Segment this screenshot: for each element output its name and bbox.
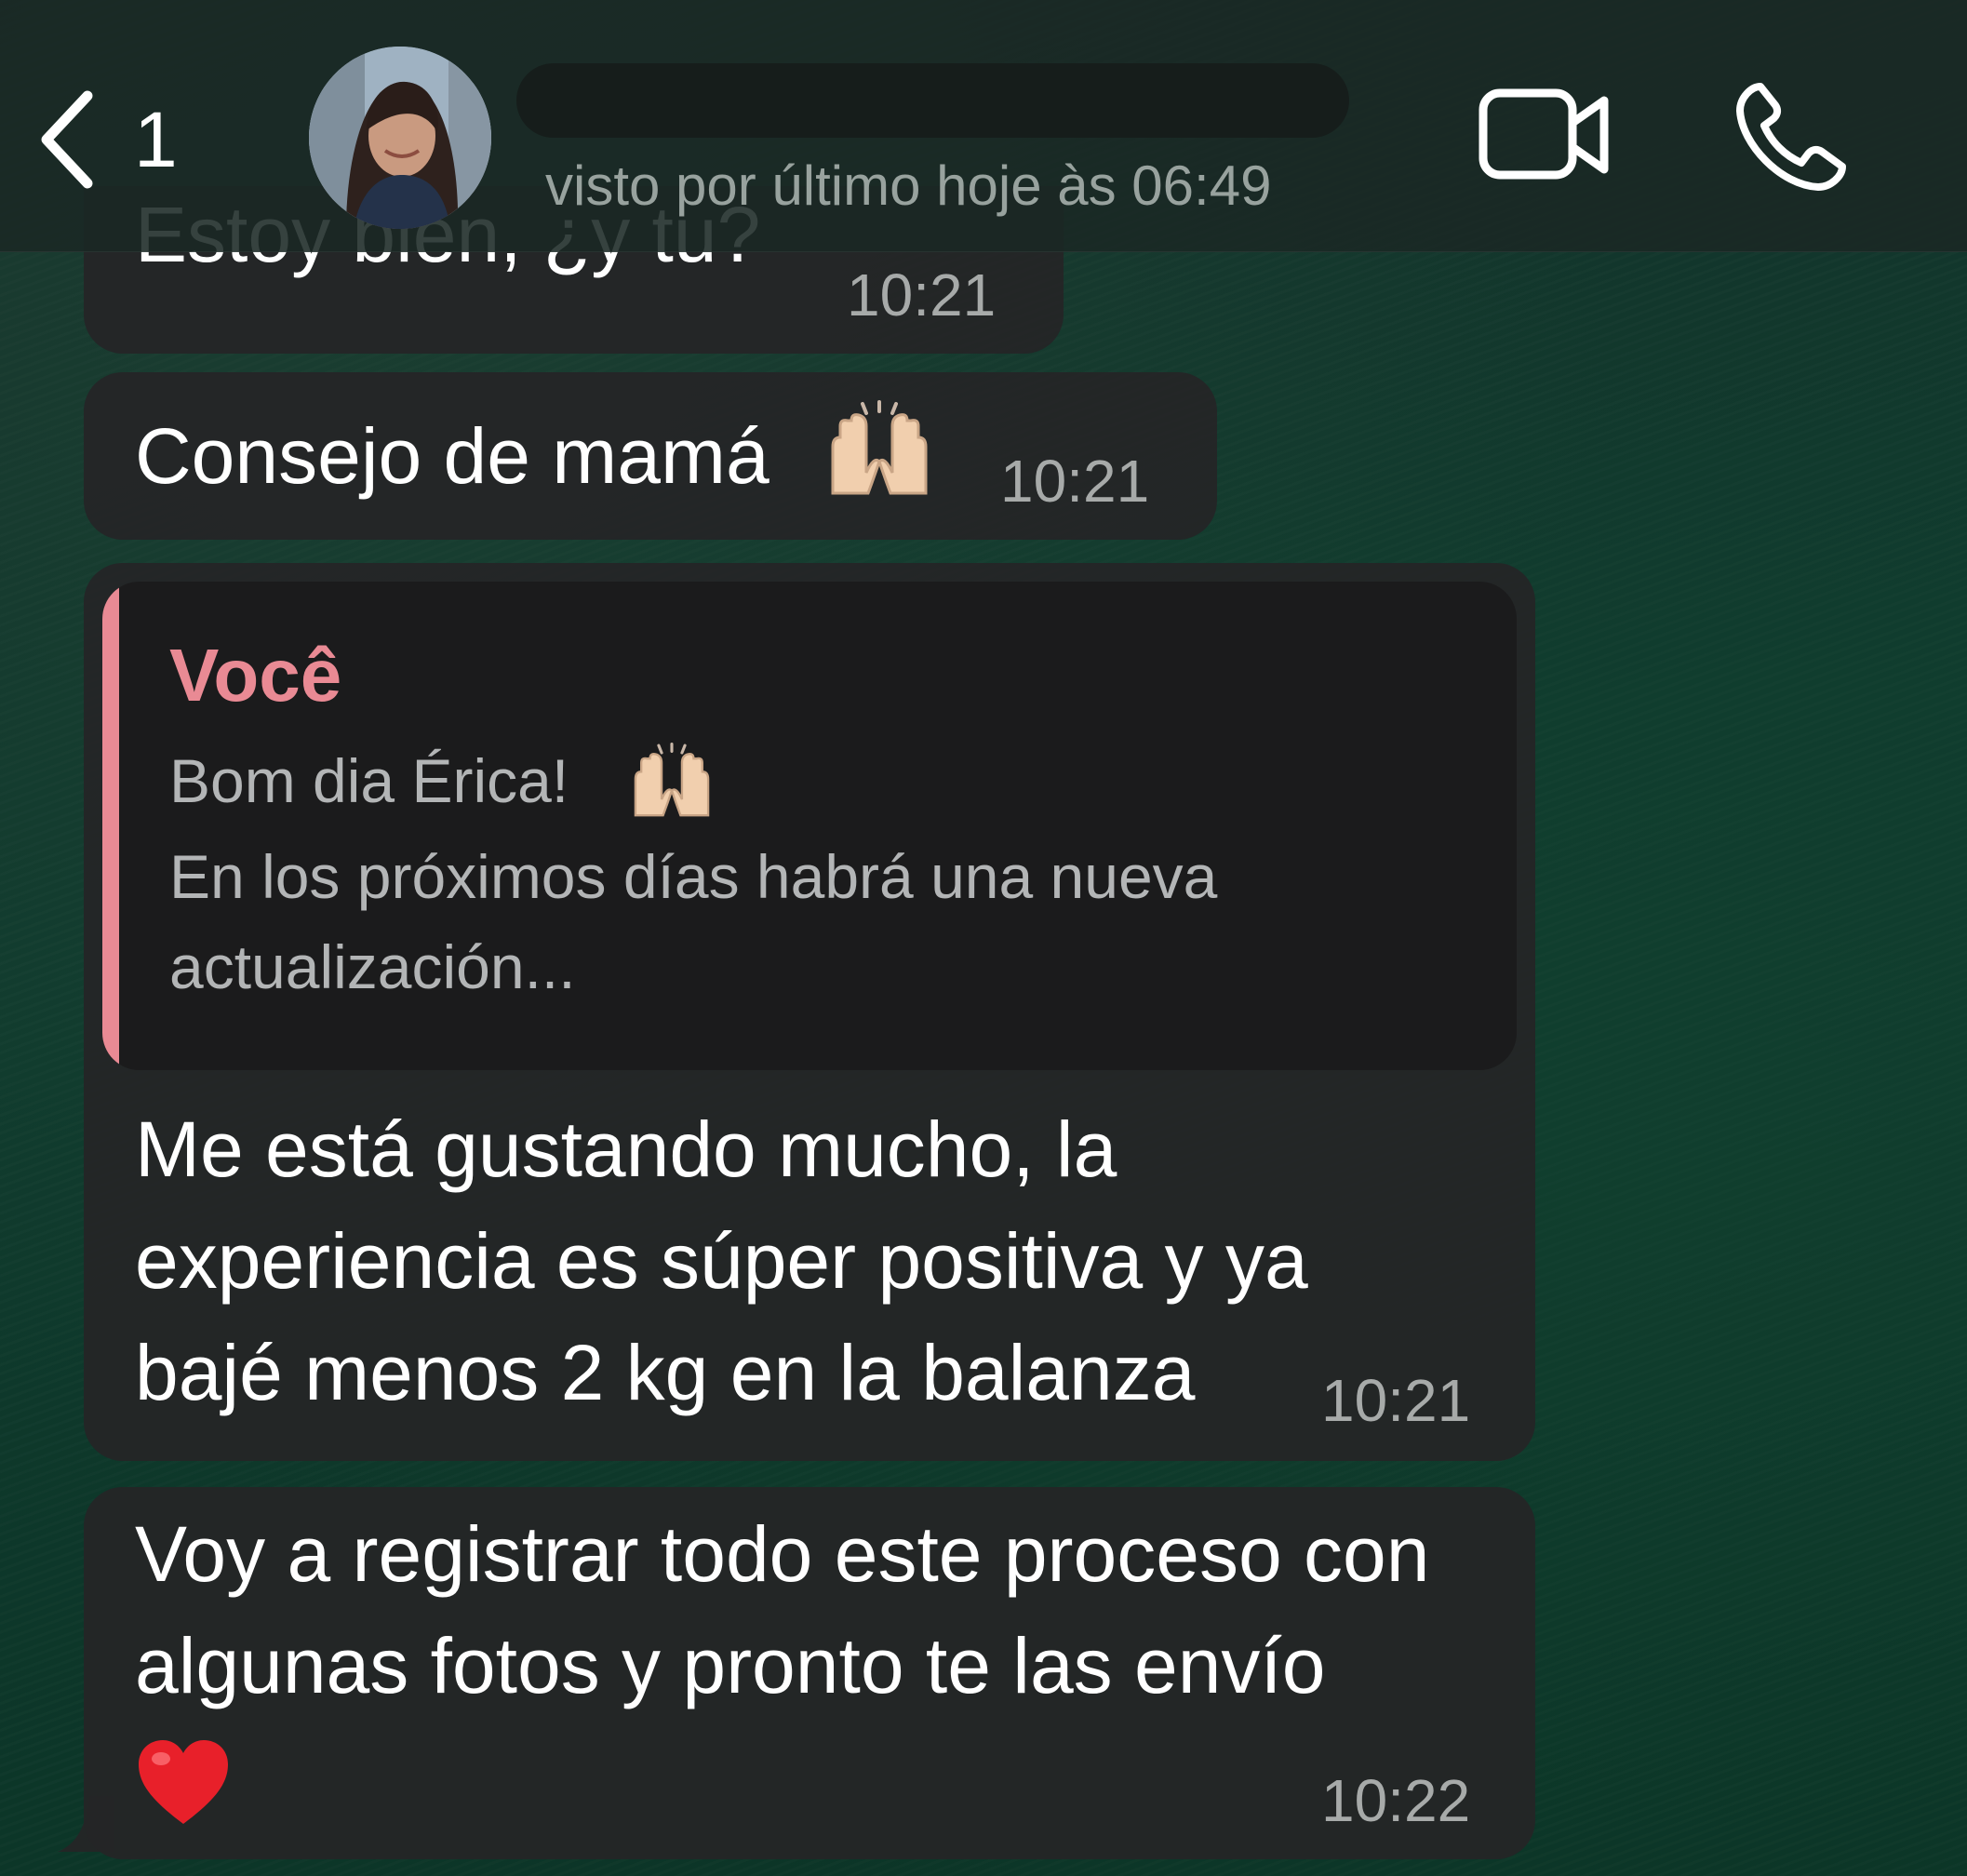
red-heart-emoji [139, 1740, 228, 1824]
reply-author: Você [169, 634, 342, 717]
contact-name-redacted[interactable] [516, 63, 1349, 138]
last-seen-status: visto por último hoje às 06:49 [545, 154, 1272, 217]
video-camera-icon [1479, 88, 1609, 180]
message-text: Consejo de mamá [135, 412, 769, 500]
reply-line: En los próximos días habrá una nueva [169, 842, 1218, 911]
reply-accent-bar [102, 582, 119, 1070]
avatar-photo [309, 47, 491, 229]
back-button[interactable]: 1 [37, 79, 214, 200]
unread-count: 1 [134, 96, 178, 183]
phone-icon [1736, 83, 1846, 191]
message-timestamp: 10:21 [1000, 448, 1150, 515]
message-bubble[interactable]: Consejo de mamá 10:21 [84, 372, 1217, 540]
voice-call-button[interactable] [1733, 79, 1849, 195]
message-bubble[interactable]: Voy a registrar todo este proceso con al… [84, 1487, 1535, 1859]
raised-hands-emoji [831, 400, 928, 495]
raised-hands-emoji [634, 743, 710, 817]
message-timestamp: 10:22 [1321, 1767, 1471, 1834]
video-call-button[interactable] [1478, 84, 1612, 186]
chat-header: 1 visto por último hoje às 06:49 [0, 0, 1967, 252]
message-text-line: Me está gustando mucho, la [135, 1106, 1117, 1193]
chevron-left-icon [41, 90, 93, 189]
reply-line: Bom dia Érica! [169, 746, 569, 815]
message-text-line: experiencia es súper positiva y ya [135, 1217, 1308, 1305]
contact-avatar[interactable] [309, 47, 491, 229]
message-text-line: Voy a registrar todo este proceso con [135, 1510, 1430, 1598]
message-timestamp: 10:21 [847, 261, 997, 328]
message-text-line: algunas fotos y pronto te las envío [135, 1622, 1326, 1709]
reply-line: actualización... [169, 932, 576, 1001]
message-text-line: bajé menos 2 kg en la balanza [135, 1329, 1196, 1416]
message-timestamp: 10:21 [1321, 1367, 1471, 1434]
